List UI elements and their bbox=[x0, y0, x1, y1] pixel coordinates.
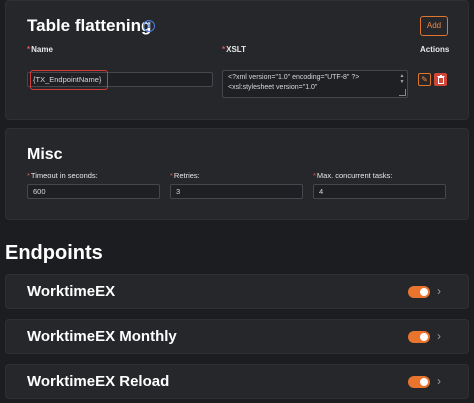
endpoint-row[interactable]: WorktimeEX Reload › bbox=[5, 364, 469, 399]
xslt-textarea[interactable]: <?xml version="1.0" encoding="UTF-8" ?> … bbox=[222, 70, 408, 98]
toggle-knob bbox=[420, 333, 428, 341]
endpoint-toggle[interactable] bbox=[408, 286, 430, 298]
endpoint-row[interactable]: WorktimeEX Monthly › bbox=[5, 319, 469, 354]
delete-icon[interactable] bbox=[434, 73, 447, 86]
required-mark: * bbox=[222, 45, 226, 54]
max-tasks-input[interactable]: 4 bbox=[313, 184, 446, 199]
retries-input[interactable]: 3 bbox=[170, 184, 303, 199]
endpoint-toggle[interactable] bbox=[408, 376, 430, 388]
required-mark: * bbox=[170, 171, 173, 180]
timeout-label: *Timeout in seconds: bbox=[27, 171, 98, 180]
required-mark: * bbox=[27, 45, 31, 54]
column-header-name-label: Name bbox=[31, 45, 53, 54]
endpoint-row[interactable]: WorktimeEX › bbox=[5, 274, 469, 309]
required-mark: * bbox=[27, 171, 30, 180]
toggle-knob bbox=[420, 288, 428, 296]
max-tasks-label: *Max. concurrent tasks: bbox=[313, 171, 392, 180]
misc-title: Misc bbox=[27, 146, 63, 163]
max-tasks-label-text: Max. concurrent tasks: bbox=[316, 171, 393, 180]
highlight-box bbox=[30, 70, 108, 90]
misc-panel: Misc *Timeout in seconds: 600 *Retries: … bbox=[5, 128, 469, 220]
chevron-right-icon[interactable]: › bbox=[437, 374, 441, 388]
column-header-name: *Name bbox=[27, 45, 53, 54]
timeout-label-text: Timeout in seconds: bbox=[30, 171, 98, 180]
info-icon[interactable]: i bbox=[143, 20, 155, 32]
column-header-xslt: *XSLT bbox=[222, 45, 246, 54]
chevron-right-icon[interactable]: › bbox=[437, 284, 441, 298]
column-header-actions: Actions bbox=[420, 45, 450, 54]
add-button[interactable]: Add bbox=[420, 16, 448, 36]
endpoint-label: WorktimeEX Monthly bbox=[27, 328, 177, 345]
table-flattening-panel: Table flattening i Add *Name *XSLT Actio… bbox=[5, 0, 469, 120]
table-flattening-title: Table flattening bbox=[27, 16, 152, 35]
toggle-knob bbox=[420, 378, 428, 386]
retries-label: *Retries: bbox=[170, 171, 200, 180]
required-mark: * bbox=[313, 171, 316, 180]
endpoints-title: Endpoints bbox=[5, 242, 103, 264]
chevron-right-icon[interactable]: › bbox=[437, 329, 441, 343]
timeout-input[interactable]: 600 bbox=[27, 184, 160, 199]
endpoint-label: WorktimeEX Reload bbox=[27, 373, 170, 390]
xslt-line-2: <xsl:stylesheet version="1.0" bbox=[228, 84, 318, 91]
xslt-line-1: <?xml version="1.0" encoding="UTF-8" ?> bbox=[228, 74, 360, 81]
resize-handle-icon[interactable] bbox=[399, 89, 406, 96]
retries-label-text: Retries: bbox=[173, 171, 200, 180]
column-header-xslt-label: XSLT bbox=[226, 45, 246, 54]
endpoint-label: WorktimeEX bbox=[27, 283, 116, 300]
endpoint-toggle[interactable] bbox=[408, 331, 430, 343]
edit-icon[interactable]: ✎ bbox=[418, 73, 431, 86]
